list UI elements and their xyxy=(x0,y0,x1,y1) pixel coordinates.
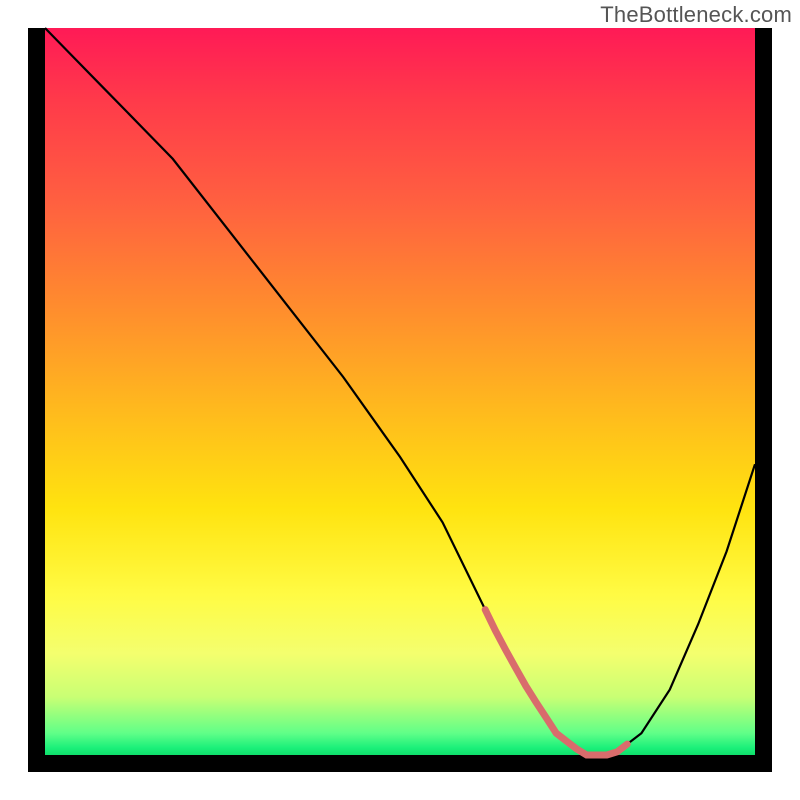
chart-frame xyxy=(28,28,772,772)
optimal-range-highlight xyxy=(485,610,627,755)
curve-svg xyxy=(45,28,755,755)
plot-area xyxy=(45,28,755,755)
watermark-text: TheBottleneck.com xyxy=(600,2,792,28)
bottleneck-curve xyxy=(45,28,755,755)
chart-container: TheBottleneck.com xyxy=(0,0,800,800)
